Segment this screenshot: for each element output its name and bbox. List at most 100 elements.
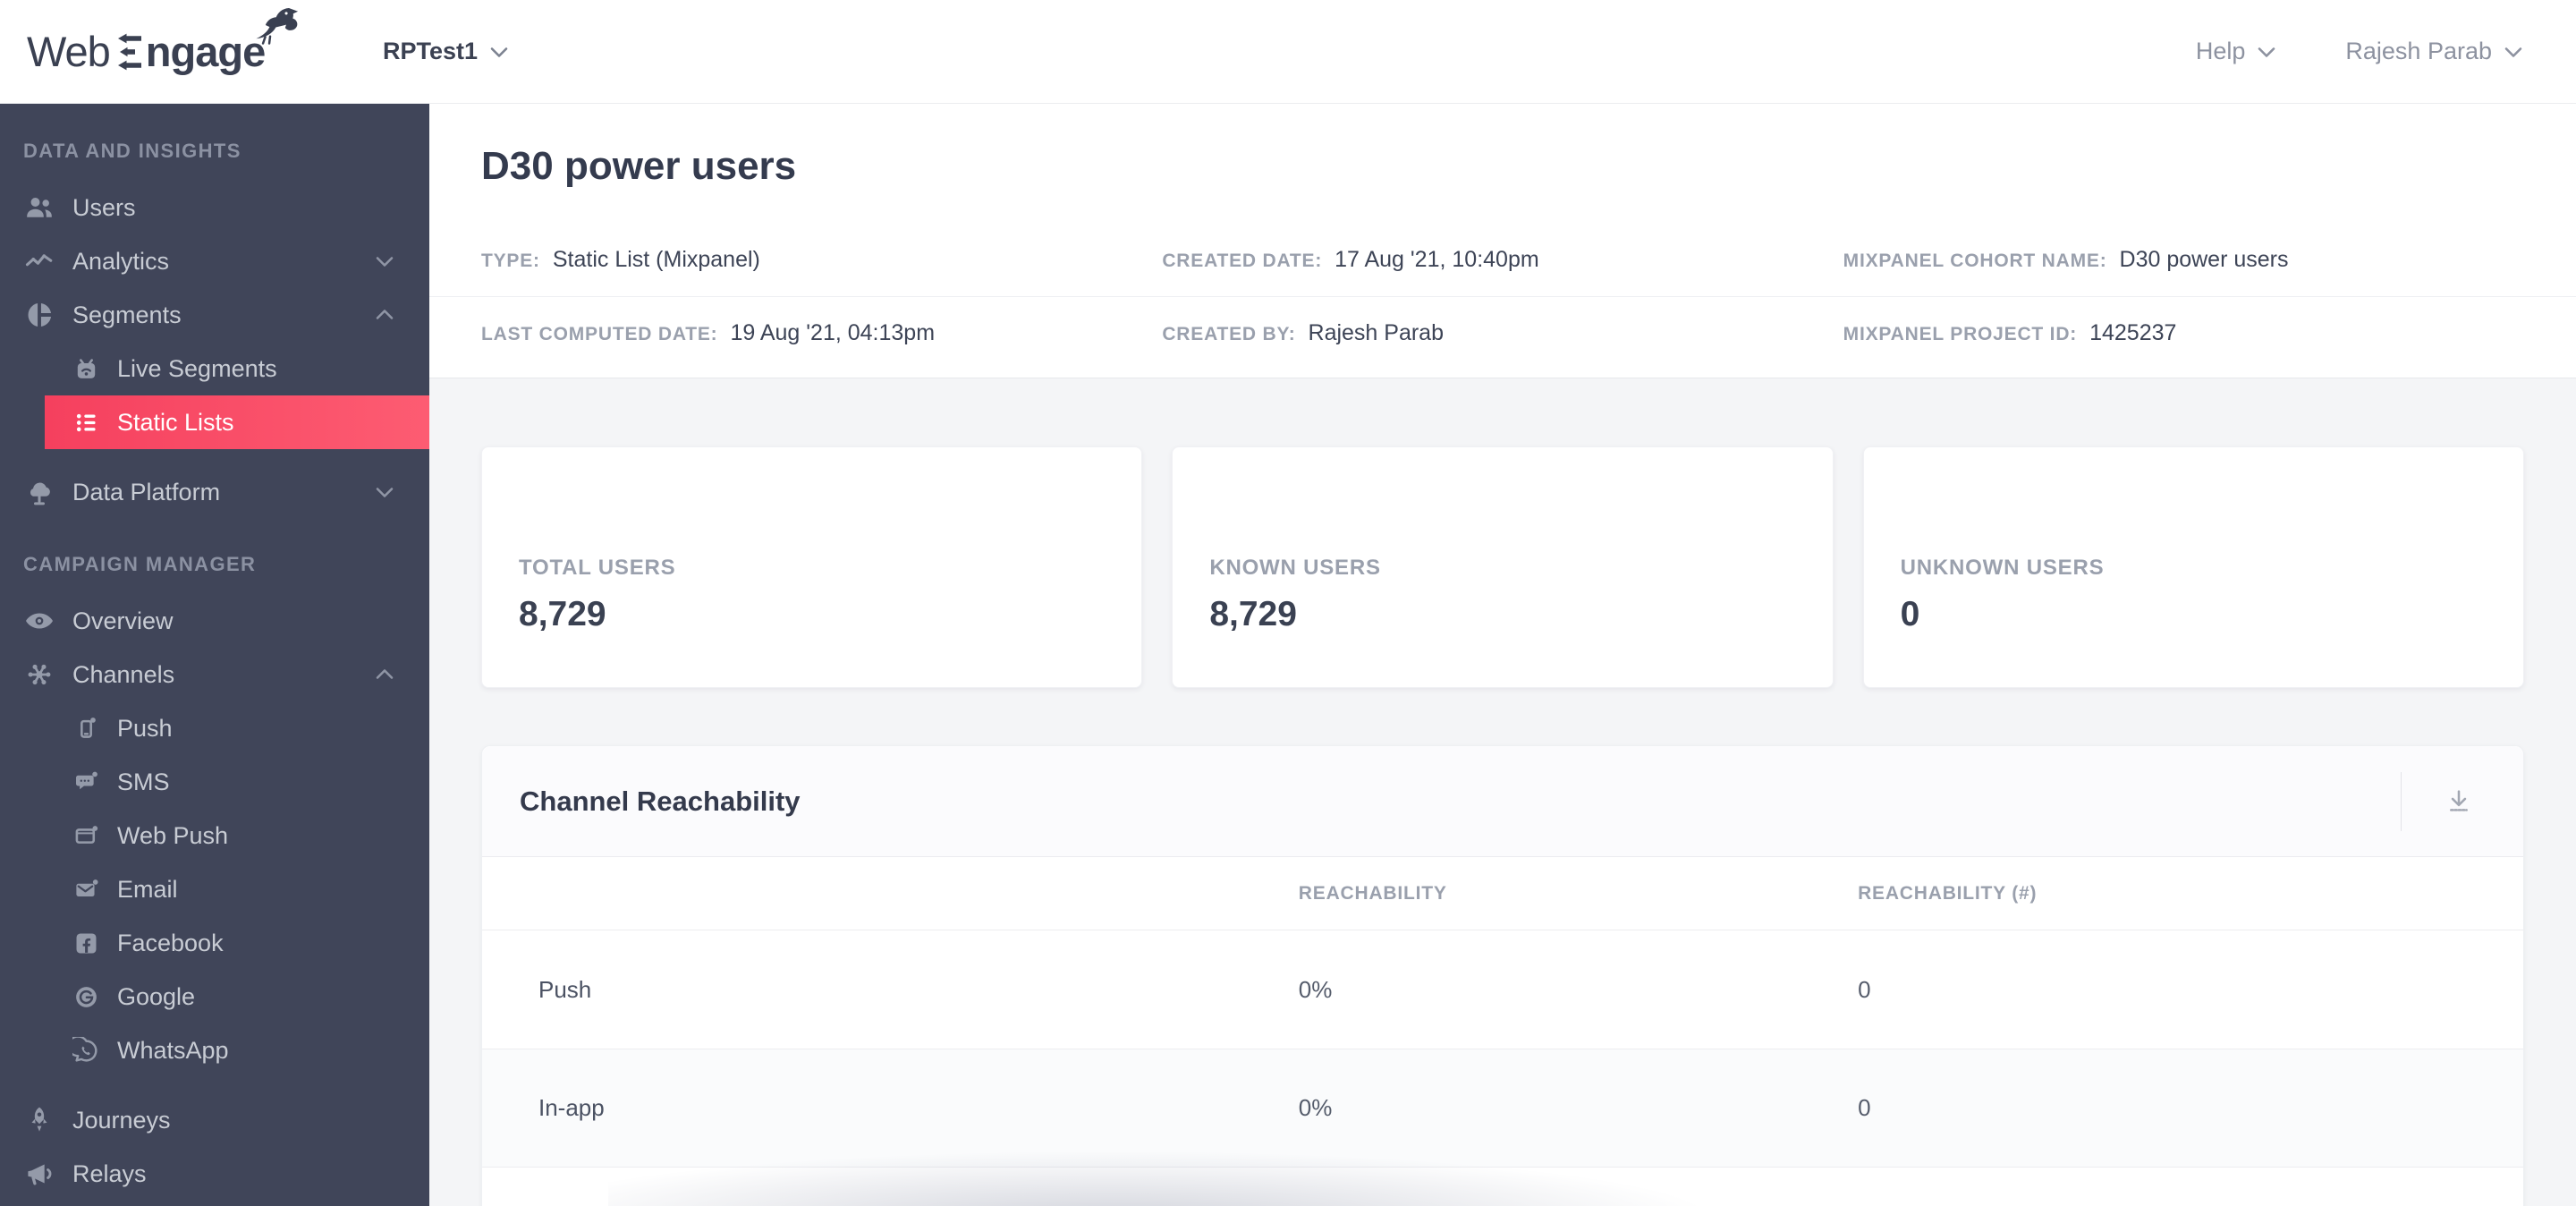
logo-arrows-e-icon — [117, 33, 141, 70]
meta-type: TYPE: Static List (Mixpanel) — [481, 247, 1162, 273]
table-row-push[interactable]: Push 0% 0 — [482, 930, 2523, 1049]
page-title: D30 power users — [481, 144, 797, 188]
sidebar-item-label: Google — [117, 982, 196, 1010]
chevron-down-icon — [2258, 47, 2275, 57]
sidebar-item-google[interactable]: Google — [0, 970, 429, 1023]
segments-icon — [28, 302, 52, 327]
sidebar-section-data-insights: DATA AND INSIGHTS — [23, 140, 242, 162]
logo-text-web: Web — [27, 28, 111, 75]
sidebar-item-label: Data Platform — [72, 478, 221, 505]
table-header-row: REACHABILITY REACHABILITY (#) — [482, 857, 2523, 931]
channel-reachability-panel: Channel Reachability REACHABILITY REACHA… — [481, 745, 2524, 1206]
bird-icon — [256, 7, 299, 45]
sidebar-item-label: Segments — [72, 301, 182, 328]
chevron-down-icon — [376, 257, 394, 267]
sidebar-item-push[interactable]: Push — [0, 701, 429, 755]
sidebar-item-static-lists[interactable]: Static Lists — [45, 395, 429, 449]
sidebar-item-label: Overview — [72, 607, 174, 634]
users-icon — [27, 198, 52, 217]
sidebar-item-label: Push — [117, 714, 173, 742]
meta-value: 1425237 — [2089, 319, 2177, 345]
metadata-row-1: TYPE: Static List (Mixpanel) CREATED DAT… — [429, 224, 2576, 296]
download-button[interactable] — [2439, 782, 2479, 821]
chevron-down-icon — [490, 47, 508, 57]
sidebar-item-segments[interactable]: Segments — [0, 288, 429, 342]
meta-mixpanel-cohort-name: MIXPANEL COHORT NAME: D30 power users — [1843, 247, 2524, 273]
sidebar-item-channels[interactable]: Channels — [0, 648, 429, 701]
sidebar: DATA AND INSIGHTS Users Analytics Segmen… — [0, 104, 429, 1206]
project-name: RPTest1 — [383, 38, 479, 64]
sidebar-item-sms[interactable]: SMS — [0, 755, 429, 809]
sidebar-item-email[interactable]: Email — [0, 862, 429, 916]
webengage-logo[interactable]: Web ngage — [27, 7, 304, 76]
topbar: Web ngage RPTest1 Help Rajesh Parab — [0, 0, 2576, 104]
download-icon — [2450, 790, 2468, 811]
sidebar-item-analytics[interactable]: Analytics — [0, 234, 429, 288]
whatsapp-icon — [72, 1036, 97, 1062]
help-menu[interactable]: Help — [2196, 38, 2278, 65]
column-reachability-count: REACHABILITY (#) — [1858, 882, 2038, 904]
project-selector[interactable]: RPTest1 — [383, 38, 510, 65]
table-row-partial — [482, 1167, 2523, 1206]
sidebar-item-relays[interactable]: Relays — [0, 1147, 429, 1201]
journeys-rocket-icon — [31, 1107, 47, 1132]
sidebar-item-users[interactable]: Users — [0, 181, 429, 234]
user-menu[interactable]: Rajesh Parab — [2345, 38, 2524, 65]
sidebar-item-data-platform[interactable]: Data Platform — [0, 465, 429, 519]
meta-value: 17 Aug '21, 10:40pm — [1335, 247, 1539, 273]
sidebar-item-label: Facebook — [117, 929, 224, 956]
channel-name: In-app — [538, 1094, 605, 1122]
channel-name: Push — [538, 975, 592, 1003]
chevron-down-icon — [2504, 47, 2522, 57]
data-platform-icon — [30, 482, 50, 505]
sidebar-item-label: Static Lists — [117, 408, 234, 436]
reachability-percent: 0% — [1298, 975, 1333, 1003]
reachability-count: 0 — [1858, 1094, 1871, 1122]
sidebar-item-label: Users — [72, 193, 136, 221]
metadata-row-2: LAST COMPUTED DATE: 19 Aug '21, 04:13pm … — [429, 296, 2576, 369]
meta-value: Rajesh Parab — [1308, 319, 1444, 345]
meta-label: TYPE: — [481, 251, 540, 272]
sidebar-item-whatsapp[interactable]: WhatsApp — [0, 1023, 429, 1077]
webengage-app: Web ngage RPTest1 Help Rajesh Parab DATA… — [0, 0, 2576, 1206]
sidebar-item-facebook[interactable]: Facebook — [0, 916, 429, 970]
sidebar-item-label: Web Push — [117, 821, 229, 849]
stat-label: TOTAL USERS — [519, 556, 676, 581]
sidebar-item-label: Analytics — [72, 247, 170, 275]
overview-eye-icon — [26, 613, 53, 629]
sidebar-section-campaign-manager: CAMPAIGN MANAGER — [23, 553, 257, 575]
web-push-icon — [75, 825, 98, 844]
live-segments-icon — [77, 358, 96, 378]
chevron-down-icon — [376, 488, 394, 497]
unknown-users-card: UNKNOWN USERS 0 — [1862, 446, 2524, 689]
user-name: Rajesh Parab — [2345, 38, 2492, 64]
google-icon — [76, 986, 97, 1007]
sidebar-item-web-push[interactable]: Web Push — [0, 809, 429, 862]
sidebar-item-live-segments[interactable]: Live Segments — [0, 342, 429, 395]
panel-title: Channel Reachability — [520, 785, 801, 817]
sidebar-item-overview[interactable]: Overview — [0, 594, 429, 648]
stat-label: UNKNOWN USERS — [1900, 556, 2105, 581]
facebook-icon — [76, 933, 97, 953]
meta-value: D30 power users — [2119, 247, 2289, 273]
reachability-count: 0 — [1858, 975, 1871, 1003]
sms-icon — [76, 771, 97, 789]
sidebar-item-label: Channels — [72, 660, 175, 688]
page-body: TOTAL USERS 8,729 KNOWN USERS 8,729 UNKN… — [429, 378, 2576, 1206]
static-lists-icon — [76, 413, 96, 431]
divider — [2401, 771, 2402, 831]
meta-label: CREATED BY: — [1162, 323, 1296, 344]
analytics-icon — [25, 254, 53, 267]
table-row-in-app[interactable]: In-app 0% 0 — [482, 1049, 2523, 1168]
sidebar-item-journeys[interactable]: Journeys — [0, 1093, 429, 1147]
relays-megaphone-icon — [28, 1164, 52, 1185]
email-icon — [76, 879, 98, 896]
meta-label: MIXPANEL COHORT NAME: — [1843, 251, 2107, 272]
sidebar-item-label: Relays — [72, 1159, 147, 1187]
topbar-right: Help Rajesh Parab — [2196, 38, 2524, 65]
push-icon — [80, 717, 96, 738]
meta-value: Static List (Mixpanel) — [552, 247, 760, 273]
panel-header: Channel Reachability — [482, 746, 2523, 858]
sidebar-item-label: Journeys — [72, 1106, 171, 1134]
metadata: TYPE: Static List (Mixpanel) CREATED DAT… — [429, 224, 2576, 369]
